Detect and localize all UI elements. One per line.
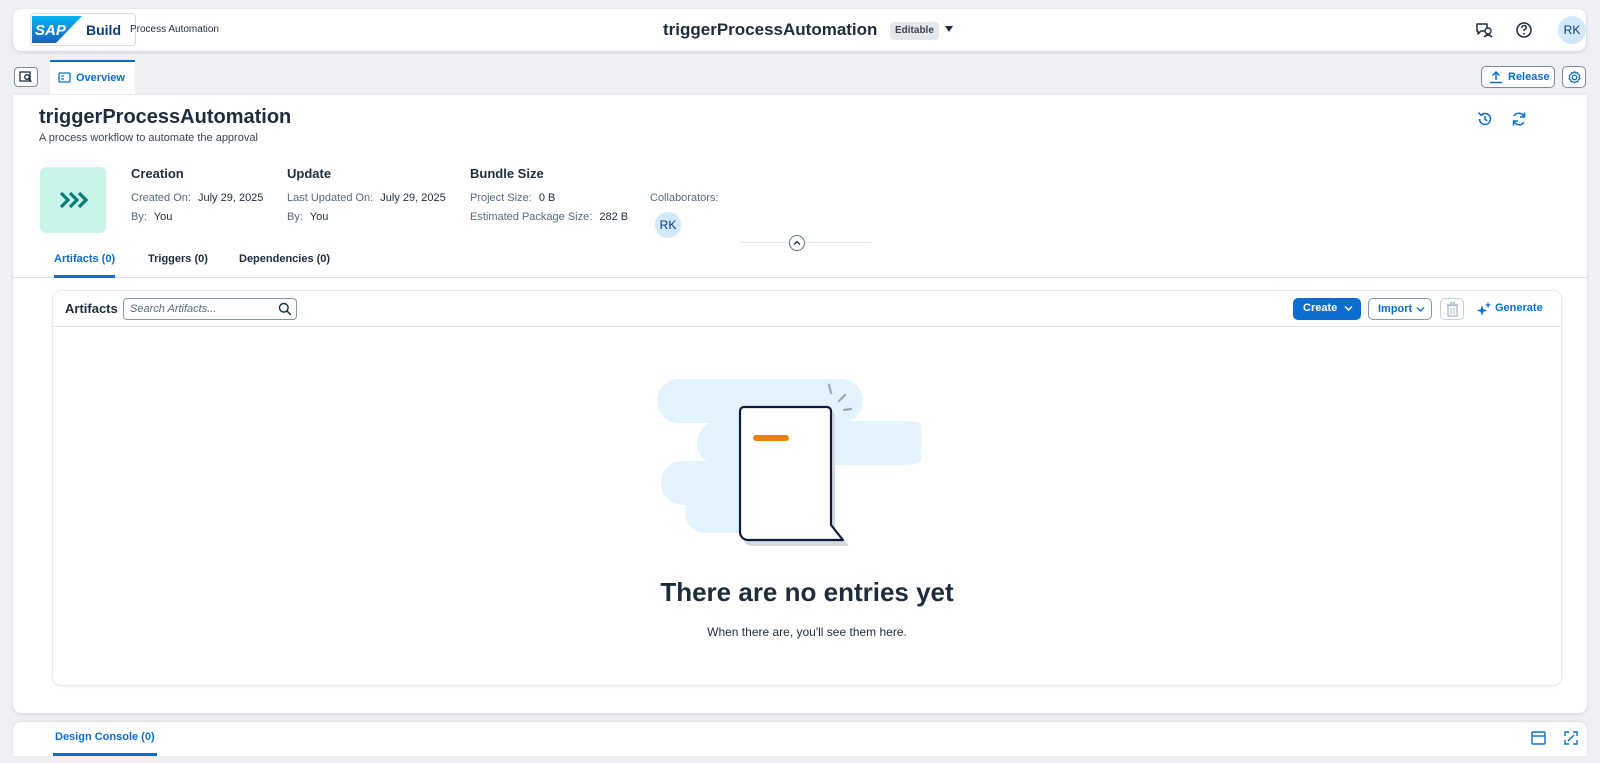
brand-build-label: Build [86, 22, 121, 38]
created-on-row: Created On: July 29, 2025 [131, 192, 263, 204]
project-type-icon [40, 167, 106, 233]
created-by-value: You [153, 211, 173, 223]
shell-project-title[interactable]: triggerProcessAutomation [663, 20, 877, 40]
upload-icon [1490, 70, 1502, 84]
status-badge: Editable [890, 22, 939, 40]
svg-text:SAP: SAP [35, 22, 67, 39]
delete-button[interactable] [1440, 298, 1464, 320]
settings-button[interactable] [1562, 66, 1586, 88]
updated-by-value: You [309, 211, 329, 223]
shell-bar: SAP Build Process Automation triggerProc… [13, 9, 1586, 51]
package-size-value: 282 B [599, 211, 629, 223]
history-icon[interactable] [1476, 110, 1494, 128]
header-divider [741, 242, 871, 243]
created-by-label: By: [131, 211, 147, 223]
tab-design-console[interactable]: Design Console (0) [53, 731, 157, 756]
updated-on-label: Last Updated On: [287, 192, 374, 204]
collaborators-label-text: Collaborators: [650, 192, 719, 204]
artifacts-title: Artifacts [65, 301, 118, 316]
help-icon[interactable] [1514, 20, 1534, 40]
overview-icon [58, 72, 71, 83]
create-label: Create [1303, 302, 1338, 314]
chevron-down-icon [1344, 306, 1353, 311]
search-input[interactable] [123, 298, 297, 320]
generate-button[interactable]: Generate [1474, 298, 1550, 320]
panel-layout-icon[interactable] [1531, 731, 1546, 745]
brand-logo[interactable]: SAP Build [30, 13, 136, 46]
chevron-down-icon [1416, 307, 1425, 312]
tab-overview-label: Overview [76, 72, 125, 84]
search-document-icon [19, 71, 33, 83]
import-button[interactable]: Import [1368, 298, 1432, 320]
package-size-label: Estimated Package Size: [470, 211, 593, 223]
update-heading: Update [287, 166, 332, 181]
package-size-row: Estimated Package Size: 282 B [470, 211, 628, 223]
created-on-value: July 29, 2025 [197, 192, 264, 204]
project-size-row: Project Size: 0 B [470, 192, 555, 204]
generate-label: Generate [1495, 302, 1543, 314]
messages-icon[interactable] [1474, 20, 1494, 40]
refresh-icon[interactable] [1510, 110, 1528, 128]
subtab-bar: Artifacts (0) Triggers (0) Dependencies … [13, 245, 1587, 278]
updated-by-row: By: You [287, 211, 328, 223]
page-title: triggerProcessAutomation [39, 106, 292, 128]
creation-heading: Creation [131, 166, 184, 181]
delete-icon [1446, 302, 1459, 317]
project-description: A process workflow to automate the appro… [39, 132, 258, 144]
tab-dependencies[interactable]: Dependencies (0) [239, 253, 330, 278]
product-name: Process Automation [130, 24, 219, 35]
release-button[interactable]: Release [1481, 66, 1555, 88]
updated-on-value: July 29, 2025 [380, 192, 446, 204]
updated-by-label: By: [287, 211, 303, 223]
project-explorer-button[interactable] [14, 67, 38, 87]
create-button[interactable]: Create [1293, 298, 1361, 320]
empty-state-illustration [657, 379, 921, 546]
collaborators-label: Collaborators: [650, 192, 722, 204]
tab-artifacts[interactable]: Artifacts (0) [54, 253, 116, 278]
created-by-row: By: You [131, 211, 172, 223]
title-dropdown-icon[interactable] [945, 26, 953, 32]
artifacts-toolbar: Artifacts Create Import [53, 291, 1561, 327]
bundle-size-heading: Bundle Size [470, 166, 544, 181]
project-size-value: 0 B [538, 192, 556, 204]
project-size-label: Project Size: [470, 192, 532, 204]
gear-icon [1568, 70, 1581, 84]
chevrons-right-icon [59, 191, 89, 209]
empty-state-subtitle: When there are, you'll see them here. [707, 625, 907, 639]
search-icon[interactable] [278, 302, 292, 316]
project-overview-card: triggerProcessAutomation A process workf… [13, 95, 1587, 713]
fullscreen-icon[interactable] [1564, 731, 1578, 745]
artifacts-panel: Artifacts Create Import [53, 291, 1561, 685]
import-label: Import [1378, 303, 1413, 315]
created-on-label: Created On: [131, 192, 191, 204]
collaborator-avatar[interactable]: RK [655, 212, 681, 238]
sparkle-icon [1476, 301, 1492, 316]
design-console-bar: Design Console (0) [13, 722, 1587, 756]
empty-state-title: There are no entries yet [660, 577, 954, 607]
sap-logo-icon: SAP [32, 16, 82, 43]
updated-on-row: Last Updated On: July 29, 2025 [287, 192, 446, 204]
tab-triggers[interactable]: Triggers (0) [148, 253, 208, 278]
user-avatar[interactable]: RK [1558, 16, 1586, 44]
tab-overview[interactable]: Overview [50, 60, 135, 94]
release-label: Release [1508, 71, 1550, 83]
